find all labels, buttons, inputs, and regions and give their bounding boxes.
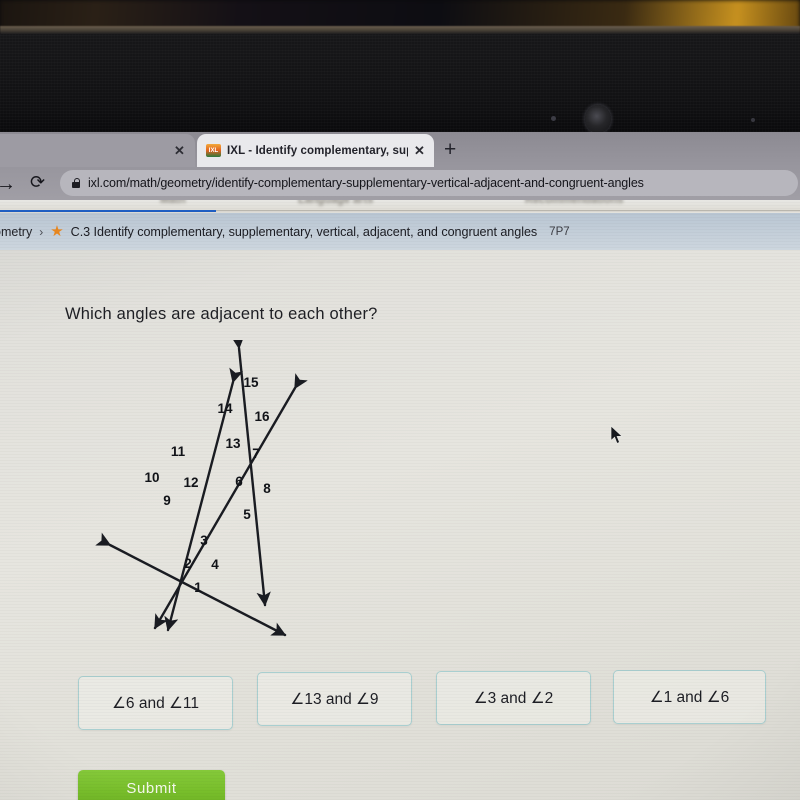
nav-active-underline xyxy=(0,210,216,212)
line-d xyxy=(153,373,308,630)
angle-label-16: 16 xyxy=(254,409,270,424)
angle-label-7: 7 xyxy=(252,446,260,461)
nav-item-math[interactable]: Math xyxy=(160,200,186,206)
laptop-bezel xyxy=(0,34,800,132)
angle-label-14: 14 xyxy=(217,401,233,416)
webcam-led-icon xyxy=(551,116,556,121)
angle-label-8: 8 xyxy=(263,481,271,496)
breadcrumb: ometry › ★ C.3 Identify complementary, s… xyxy=(0,213,800,250)
angle-label-1: 1 xyxy=(194,580,202,595)
browser-tab-strip: lasses ✕ IXL IXL - Identify complementar… xyxy=(0,132,800,167)
nav-item-recommendations[interactable]: Recommendations xyxy=(525,200,623,206)
url-text: ixl.com/math/geometry/identify-complemen… xyxy=(88,176,644,190)
address-bar[interactable]: ixl.com/math/geometry/identify-complemen… xyxy=(60,170,798,196)
bezel-texture xyxy=(0,34,800,132)
angle-label-2: 2 xyxy=(184,556,192,571)
angle-label-3: 3 xyxy=(200,533,208,548)
close-icon[interactable]: ✕ xyxy=(174,144,185,157)
angle-label-10: 10 xyxy=(144,470,159,485)
angle-label-15: 15 xyxy=(243,375,259,390)
laptop-screen-photo: lasses ✕ IXL IXL - Identify complementar… xyxy=(0,0,800,800)
angle-label-11: 11 xyxy=(171,444,186,459)
angles-diagram: 15 14 16 13 11 7 10 12 6 8 9 5 32 41 xyxy=(95,340,308,637)
angle-label-6: 6 xyxy=(235,474,243,489)
close-icon[interactable]: ✕ xyxy=(414,144,425,157)
browser-tab-classes[interactable]: lasses ✕ xyxy=(0,134,195,167)
choice-2[interactable]: ∠3 and ∠2 xyxy=(436,671,591,725)
choice-3[interactable]: ∠1 and ∠6 xyxy=(613,670,766,724)
angle-label-5: 5 xyxy=(243,507,251,522)
angle-label-4: 4 xyxy=(211,557,219,572)
angle-label-9: 9 xyxy=(163,493,171,508)
skill-title: C.3 Identify complementary, supplementar… xyxy=(70,224,538,239)
reload-icon[interactable]: ⟳ xyxy=(30,173,45,191)
ixl-favicon-icon: IXL xyxy=(206,144,221,157)
browser-tab-ixl[interactable]: IXL IXL - Identify complementary, sup ✕ xyxy=(197,134,434,167)
choice-0[interactable]: ∠6 and ∠11 xyxy=(78,676,233,730)
star-icon: ★ xyxy=(50,223,64,240)
webcam-icon xyxy=(585,105,611,133)
ixl-page: Math Language arts Recommendations ometr… xyxy=(0,200,800,800)
browser-omnibox-row: → ⟳ ixl.com/math/geometry/identify-compl… xyxy=(0,168,800,200)
question-text: Which angles are adjacent to each other? xyxy=(65,305,378,323)
breadcrumb-separator-icon: › xyxy=(39,224,44,239)
new-tab-button[interactable]: + xyxy=(444,139,456,160)
webcam-mic-icon xyxy=(751,118,755,122)
choice-1[interactable]: ∠13 and ∠9 xyxy=(257,672,412,726)
tab-title: IXL - Identify complementary, sup xyxy=(227,144,408,157)
grade-code-badge: 7P7 xyxy=(549,225,570,238)
lock-icon xyxy=(72,178,81,188)
ixl-site-nav: Math Language arts Recommendations xyxy=(0,200,800,212)
answer-choices: ∠6 and ∠11 ∠13 and ∠9 ∠3 and ∠2 ∠1 and ∠… xyxy=(0,670,800,740)
angle-label-12: 12 xyxy=(183,475,198,490)
submit-button[interactable]: Submit xyxy=(78,770,225,800)
forward-arrow-icon[interactable]: → xyxy=(0,174,16,194)
angle-label-13: 13 xyxy=(225,436,241,451)
nav-item-language-arts[interactable]: Language arts xyxy=(298,200,373,206)
breadcrumb-subject[interactable]: ometry xyxy=(0,225,32,239)
mouse-pointer-icon xyxy=(610,425,623,444)
